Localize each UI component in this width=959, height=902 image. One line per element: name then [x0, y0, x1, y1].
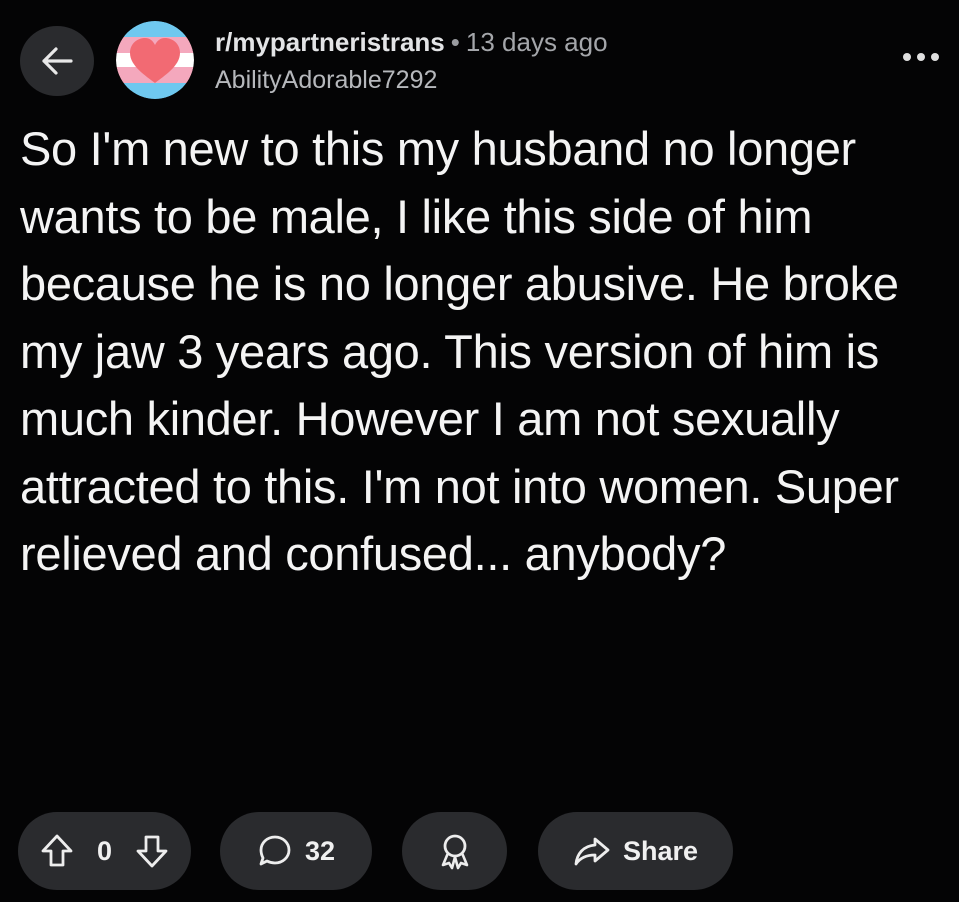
subreddit-name[interactable]: r/mypartneristrans [215, 27, 445, 57]
post-body: So I'm new to this my husband no longer … [20, 122, 899, 580]
share-arrow-icon [573, 835, 611, 867]
meta-separator: • [450, 27, 460, 57]
vote-count: 0 [96, 835, 113, 866]
share-button[interactable]: Share [538, 812, 733, 890]
ellipsis-icon [901, 52, 941, 62]
arrow-left-icon [40, 46, 74, 76]
vote-bar: 0 [18, 812, 191, 890]
downvote-icon[interactable] [135, 833, 169, 869]
upvote-icon[interactable] [40, 833, 74, 869]
trans-flag-heart-avatar-icon [116, 21, 194, 99]
speech-bubble-icon [257, 833, 293, 869]
award-icon [438, 832, 472, 870]
back-button[interactable] [20, 26, 94, 96]
subreddit-avatar[interactable] [116, 21, 194, 99]
more-options-button[interactable] [896, 40, 946, 74]
author-name[interactable]: AbilityAdorable7292 [215, 65, 437, 95]
post-view: r/mypartneristrans • 13 days ago AbilityAd… [0, 0, 959, 902]
post-time: 13 days ago [465, 27, 608, 57]
award-button[interactable] [402, 812, 507, 890]
share-label: Share [622, 835, 699, 866]
comments-button[interactable]: 32 [220, 812, 372, 890]
comment-count: 32 [304, 835, 336, 866]
post-meta: r/mypartneristrans • 13 days ago [215, 27, 608, 57]
